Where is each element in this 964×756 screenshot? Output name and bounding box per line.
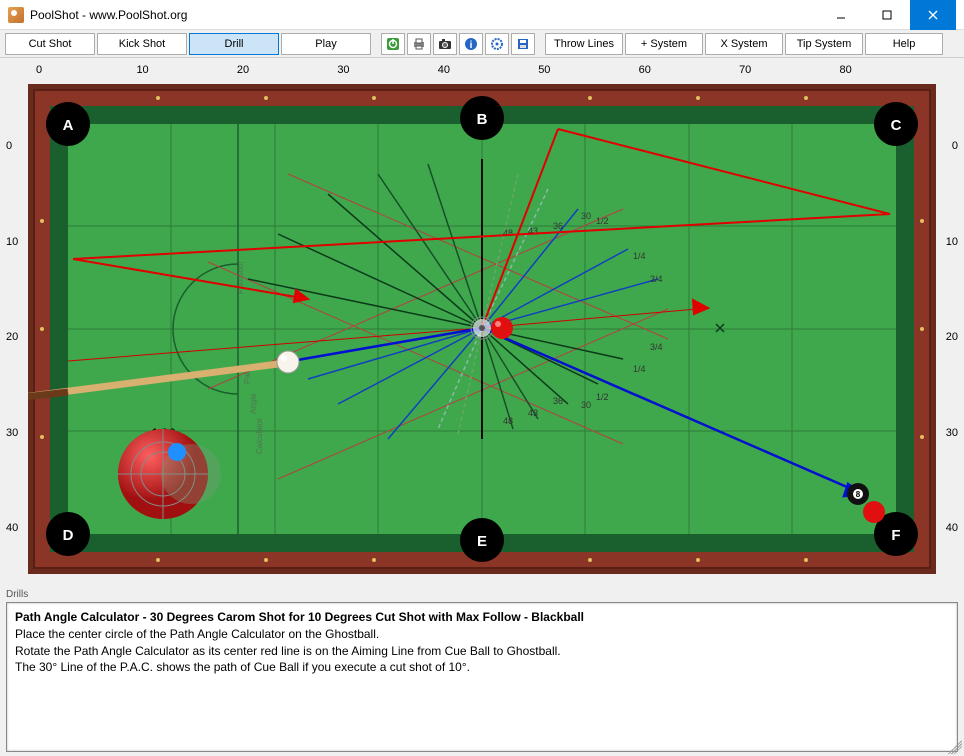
- window-titlebar: PoolShot - www.PoolShot.org: [0, 0, 964, 30]
- info-icon: i: [464, 37, 478, 51]
- ruler-tick: 40: [438, 64, 538, 84]
- svg-text:1/2: 1/2: [596, 392, 609, 402]
- kick-shot-button[interactable]: Kick Shot: [97, 33, 187, 55]
- ruler-tick: 20: [237, 64, 337, 84]
- power-icon: [386, 37, 400, 51]
- ruler-tick: 10: [933, 236, 958, 332]
- ruler-tick: 60: [639, 64, 739, 84]
- red-ball-near-f: [863, 501, 885, 523]
- svg-text:48: 48: [503, 416, 513, 426]
- ruler-tick: 80: [840, 64, 940, 84]
- svg-text:D: D: [63, 527, 74, 544]
- main-toolbar: Cut Shot Kick Shot Drill Play i Throw Li…: [0, 30, 964, 58]
- close-icon: [926, 8, 940, 22]
- ruler-tick: 30: [933, 427, 958, 523]
- help-button[interactable]: Help: [865, 33, 943, 55]
- svg-text:36: 36: [553, 396, 563, 406]
- eight-ball: 8: [847, 483, 869, 505]
- printer-icon: [412, 37, 426, 51]
- svg-text:1/2: 1/2: [596, 216, 609, 226]
- close-button[interactable]: [910, 0, 956, 30]
- save-button[interactable]: [511, 33, 535, 55]
- svg-text:3/4: 3/4: [650, 342, 663, 352]
- svg-text:43: 43: [528, 408, 538, 418]
- svg-text:48: 48: [503, 228, 513, 238]
- drill-title: Path Angle Calculator - 30 Degrees Carom…: [15, 609, 949, 626]
- drill-line: The 30° Line of the P.A.C. shows the pat…: [15, 659, 949, 676]
- svg-text:30: 30: [581, 211, 591, 221]
- drills-label: Drills: [6, 589, 958, 600]
- cut-shot-button[interactable]: Cut Shot: [5, 33, 95, 55]
- play-button[interactable]: Play: [281, 33, 371, 55]
- svg-text:C: C: [891, 117, 902, 134]
- power-button[interactable]: [381, 33, 405, 55]
- ruler-tick: 10: [136, 64, 236, 84]
- ruler-top: 0 10 20 30 40 50 60 70 80: [6, 64, 958, 84]
- settings-button[interactable]: [485, 33, 509, 55]
- drill-line: Place the center circle of the Path Angl…: [15, 626, 949, 643]
- red-object-ball: [491, 317, 513, 339]
- minimize-icon: [834, 8, 848, 22]
- ruler-tick: 70: [739, 64, 839, 84]
- svg-text:i: i: [470, 40, 473, 51]
- svg-text:1/4: 1/4: [633, 364, 646, 374]
- x-system-button[interactable]: X System: [705, 33, 783, 55]
- drill-button[interactable]: Drill: [189, 33, 279, 55]
- drills-panel: Drills Path Angle Calculator - 30 Degree…: [6, 589, 958, 752]
- info-button[interactable]: i: [459, 33, 483, 55]
- maximize-icon: [880, 8, 894, 22]
- print-button[interactable]: [407, 33, 431, 55]
- window-title: PoolShot - www.PoolShot.org: [30, 8, 818, 22]
- svg-text:1/4: 1/4: [633, 251, 646, 261]
- svg-text:36: 36: [553, 221, 563, 231]
- ruler-tick: 20: [933, 331, 958, 427]
- drills-textbox[interactable]: Path Angle Calculator - 30 Degrees Carom…: [6, 602, 958, 752]
- svg-text:8: 8: [856, 490, 861, 499]
- svg-text:E: E: [477, 533, 487, 550]
- svg-text:B: B: [477, 111, 488, 128]
- camera-button[interactable]: [433, 33, 457, 55]
- cue-ball: [277, 351, 299, 373]
- ruler-tick: 50: [538, 64, 638, 84]
- floppy-icon: [516, 37, 530, 51]
- svg-text:30: 30: [581, 400, 591, 410]
- resize-grip[interactable]: [948, 740, 962, 754]
- plus-system-button[interactable]: + System: [625, 33, 703, 55]
- svg-text:F: F: [891, 527, 900, 544]
- camera-icon: [438, 37, 452, 51]
- throw-lines-button[interactable]: Throw Lines: [545, 33, 623, 55]
- gear-icon: [490, 37, 504, 51]
- ruler-tick: 0: [933, 140, 958, 236]
- ruler-right: 0 10 20 30 40: [933, 140, 958, 618]
- ruler-tick: 40: [933, 522, 958, 618]
- ruler-tick: 30: [337, 64, 437, 84]
- pool-table[interactable]: A B C D E F: [28, 84, 936, 579]
- svg-text:Angle: Angle: [249, 393, 258, 414]
- ruler-tick: 0: [36, 64, 136, 84]
- svg-text:A: A: [63, 117, 74, 134]
- work-area: 0 10 20 30 40 50 60 70 80 0 10 20 30 40 …: [0, 58, 964, 585]
- ghost-ball: [471, 317, 493, 339]
- svg-text:Calculator: Calculator: [255, 418, 264, 454]
- minimize-button[interactable]: [818, 0, 864, 30]
- app-icon: [8, 7, 24, 23]
- drill-line: Rotate the Path Angle Calculator as its …: [15, 643, 949, 660]
- pool-table-svg: A B C D E F: [28, 84, 936, 574]
- tip-system-button[interactable]: Tip System: [785, 33, 863, 55]
- maximize-button[interactable]: [864, 0, 910, 30]
- svg-text:3/4: 3/4: [650, 274, 663, 284]
